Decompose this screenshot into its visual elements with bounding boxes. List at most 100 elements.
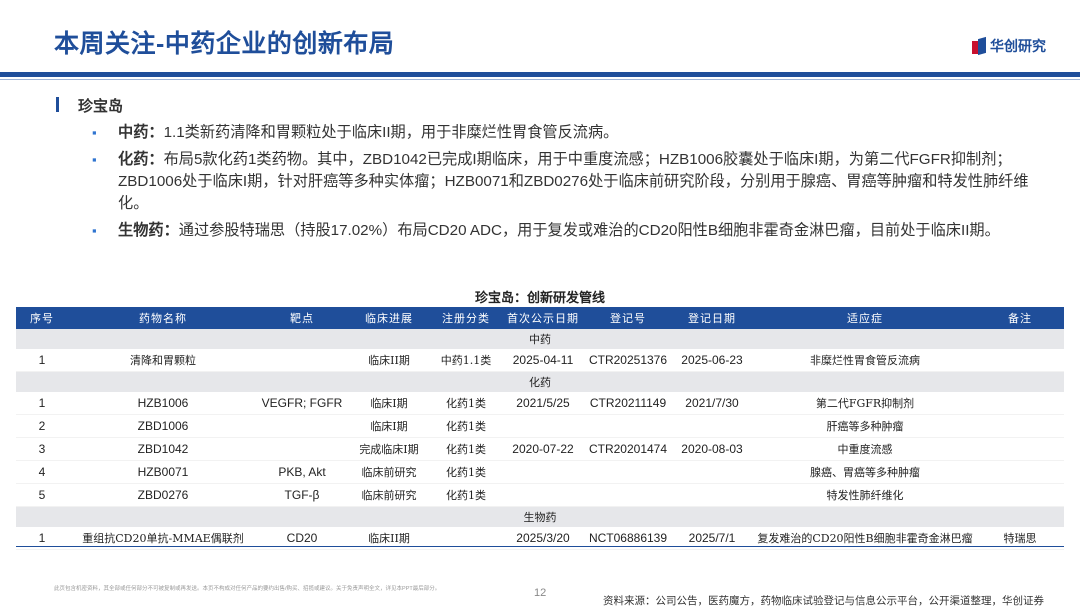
brand-logo: 华创研究 xyxy=(972,36,1046,56)
table-body: 中药 1 清降和胃颗粒 临床II期 中药1.1类 2025-04-11 CTR2025137… xyxy=(16,329,1064,550)
table-cell: ZBD0276 xyxy=(68,483,258,507)
table-cell xyxy=(670,483,754,507)
table-cell xyxy=(976,483,1064,507)
bullet-item: ▪ 生物药：通过参股特瑞思（持股17.02%）布局CD20 ADC，用于复发或难治… xyxy=(92,220,1052,242)
bullet-label: 中药： xyxy=(118,124,164,141)
table-cell xyxy=(500,483,586,507)
column-header: 注册分类 xyxy=(432,307,500,329)
table-cell xyxy=(258,349,346,372)
table-cell: 化药1类 xyxy=(432,414,500,438)
page-title: 本周关注-中药企业的创新布局 xyxy=(54,30,395,58)
bullet-item: ▪ 化药：布局5款化药1类药物。其中，ZBD1042已完成I期临床，用于中重度流感… xyxy=(92,149,1052,215)
table-cell: HZB0071 xyxy=(68,460,258,484)
table-cell xyxy=(500,414,586,438)
source-note: 资料来源：公司公告，医药魔方，药物临床试验登记与信息公示平台，公开渠道整理，华创… xyxy=(603,595,1044,607)
table-cell: 5 xyxy=(16,483,68,507)
table-cell xyxy=(258,414,346,438)
table-cell: 临床前研究 xyxy=(346,460,432,484)
bullet-dot-icon: ▪ xyxy=(92,152,97,167)
table-cell: 临床I期 xyxy=(346,414,432,438)
table-header-row: 序号 药物名称 靶点 临床进展 注册分类 首次公示日期 登记号 登记日期 适应症 备注 xyxy=(16,307,1064,329)
table-cell: CTR20251376 xyxy=(586,349,670,372)
table-cell xyxy=(976,392,1064,415)
table-cell xyxy=(500,460,586,484)
table-cell xyxy=(586,414,670,438)
table-cell: 2020-07-22 xyxy=(500,437,586,461)
table-cell: 非糜烂性胃食管反流病 xyxy=(754,349,976,372)
table-cell: 完成临床I期 xyxy=(346,437,432,461)
table-cell xyxy=(976,437,1064,461)
column-header: 备注 xyxy=(976,307,1064,329)
table-cell: 2021/7/30 xyxy=(670,392,754,415)
table-cell: 中重度流感 xyxy=(754,437,976,461)
pipeline-table: 序号 药物名称 靶点 临床进展 注册分类 首次公示日期 登记号 登记日期 适应症 备注 中药 1 清降… xyxy=(16,307,1064,550)
table-bottom-border xyxy=(16,546,1064,547)
table-cell xyxy=(670,460,754,484)
table-cell: PKB, Akt xyxy=(258,460,346,484)
table-cell xyxy=(976,414,1064,438)
table-cell: 化药1类 xyxy=(432,437,500,461)
column-header: 适应症 xyxy=(754,307,976,329)
table-cell xyxy=(976,460,1064,484)
table-cell: CTR20211149 xyxy=(586,392,670,415)
page-number: 12 xyxy=(534,587,547,599)
table-cell: 4 xyxy=(16,460,68,484)
table-cell: 1 xyxy=(16,392,68,415)
bullet-label: 化药： xyxy=(118,151,164,168)
table-cell: 临床II期 xyxy=(346,349,432,372)
bullet-dot-icon: ▪ xyxy=(92,223,97,238)
column-header: 首次公示日期 xyxy=(500,307,586,329)
table-cell: 中药1.1类 xyxy=(432,349,500,372)
table-cell: CTR20201474 xyxy=(586,437,670,461)
table-cell xyxy=(586,483,670,507)
table-cell: 2 xyxy=(16,414,68,438)
table-row: 3 ZBD1042 完成临床I期 化药1类 2020-07-22 CTR20201474 2… xyxy=(16,437,1064,461)
table-row: 1 清降和胃颗粒 临床II期 中药1.1类 2025-04-11 CTR20251376 2… xyxy=(16,349,1064,372)
bullet-text: 1.1类新药清降和胃颗粒处于临床II期，用于非糜烂性胃食管反流病。 xyxy=(163,124,619,141)
table-cell: 肝癌等多种肿瘤 xyxy=(754,414,976,438)
table-row: 5 ZBD0276 TGF-β 临床前研究 化药1类 特发性肺纤维化 xyxy=(16,483,1064,507)
table-cell xyxy=(670,414,754,438)
table-cell xyxy=(586,460,670,484)
table-cell: TGF-β xyxy=(258,483,346,507)
column-header: 登记号 xyxy=(586,307,670,329)
table-cell: 化药1类 xyxy=(432,460,500,484)
bullet-list: ▪ 中药：1.1类新药清降和胃颗粒处于临床II期，用于非糜烂性胃食管反流病。 ▪ 化药… xyxy=(92,122,1052,247)
header-divider-thin xyxy=(0,79,1080,80)
bullet-text: 布局5款化药1类药物。其中，ZBD1042已完成I期临床，用于中重度流感；HZB… xyxy=(118,151,1029,212)
bullet-dot-icon: ▪ xyxy=(92,125,97,140)
table-cell: 化药1类 xyxy=(432,392,500,415)
category-row: 中药 xyxy=(16,329,1064,349)
table-cell: ZBD1006 xyxy=(68,414,258,438)
column-header: 靶点 xyxy=(258,307,346,329)
table-cell: VEGFR; FGFR xyxy=(258,392,346,415)
logo-mark-icon xyxy=(972,36,986,56)
table-row: 4 HZB0071 PKB, Akt 临床前研究 化药1类 腺癌、胃癌等多种肿瘤 xyxy=(16,460,1064,484)
table-title: 珍宝岛：创新研发管线 xyxy=(474,290,605,305)
table-cell: 化药1类 xyxy=(432,483,500,507)
column-header: 药物名称 xyxy=(68,307,258,329)
header-divider xyxy=(0,72,1080,77)
table-cell: 临床前研究 xyxy=(346,483,432,507)
category-row: 生物药 xyxy=(16,506,1064,527)
column-header: 登记日期 xyxy=(670,307,754,329)
logo-text: 华创研究 xyxy=(990,38,1046,54)
table-cell: 第二代FGFR抑制剂 xyxy=(754,392,976,415)
table-cell: 临床I期 xyxy=(346,392,432,415)
table-cell: 2025-04-11 xyxy=(500,349,586,372)
disclaimer: 此页包含机密资料，其全部或任何部分不可被复制或再发送。本页不构成对任何产品的要约… xyxy=(54,586,441,592)
table-cell: 2020-08-03 xyxy=(670,437,754,461)
bullet-item: ▪ 中药：1.1类新药清降和胃颗粒处于临床II期，用于非糜烂性胃食管反流病。 xyxy=(92,122,1052,144)
table-cell: 腺癌、胃癌等多种肿瘤 xyxy=(754,460,976,484)
section-marker xyxy=(56,97,59,112)
column-header: 临床进展 xyxy=(346,307,432,329)
table-cell xyxy=(258,437,346,461)
column-header: 序号 xyxy=(16,307,68,329)
table-cell: 1 xyxy=(16,349,68,372)
category-label: 生物药 xyxy=(16,506,1064,527)
table-cell: ZBD1042 xyxy=(68,437,258,461)
table-cell: 特发性肺纤维化 xyxy=(754,483,976,507)
bullet-label: 生物药： xyxy=(118,222,179,239)
table-row: 2 ZBD1006 临床I期 化药1类 肝癌等多种肿瘤 xyxy=(16,414,1064,438)
category-row: 化药 xyxy=(16,371,1064,392)
